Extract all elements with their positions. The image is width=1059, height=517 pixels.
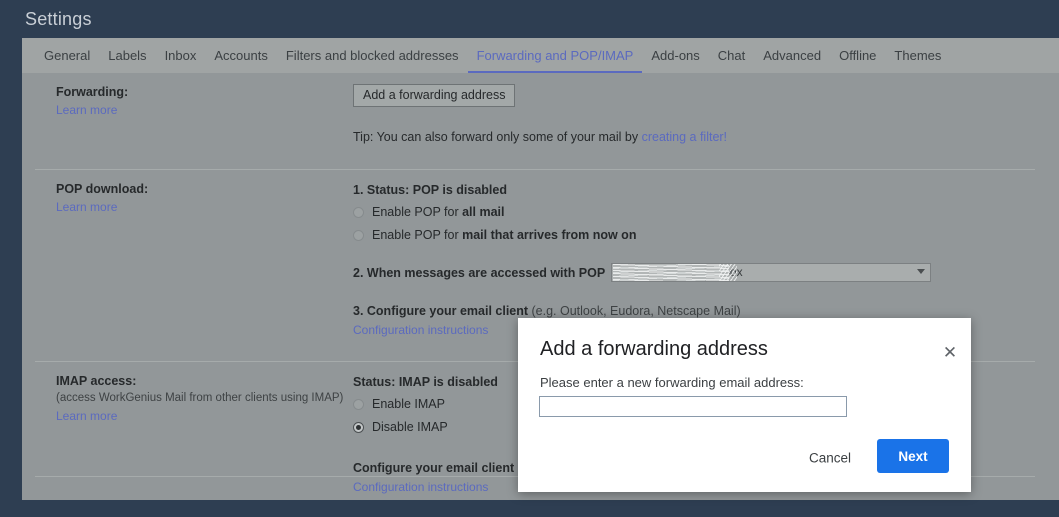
tab-advanced[interactable]: Advanced <box>754 38 830 73</box>
tab-chat[interactable]: Chat <box>709 38 754 73</box>
tab-labels[interactable]: Labels <box>99 38 155 73</box>
pop-option-all-mail-row[interactable]: Enable POP for all mail <box>353 203 1059 222</box>
pop-configuration-instructions-link[interactable]: Configuration instructions <box>353 321 488 340</box>
forwarding-body-column: Add a forwarding address Tip: You can al… <box>353 83 1059 147</box>
forwarding-heading: Forwarding: <box>56 85 129 99</box>
pop-body-column: 1. Status: POP is disabled Enable POP fo… <box>353 180 1059 340</box>
tab-add-ons[interactable]: Add-ons <box>642 38 708 73</box>
forwarding-label-column: Forwarding: Learn more <box>35 83 353 147</box>
tab-inbox[interactable]: Inbox <box>156 38 206 73</box>
imap-configuration-instructions-link[interactable]: Configuration instructions <box>353 478 488 497</box>
imap-learn-more-link[interactable]: Learn more <box>56 407 117 426</box>
dialog-prompt: Please enter a new forwarding email addr… <box>540 375 804 390</box>
imap-option-disable-radio[interactable] <box>353 422 364 433</box>
pop-label-column: POP download: Learn more <box>35 180 353 340</box>
add-forwarding-address-dialog: ✕ Add a forwarding address Please enter … <box>518 318 971 492</box>
creating-a-filter-link[interactable]: creating a filter! <box>642 128 727 147</box>
tab-offline[interactable]: Offline <box>830 38 885 73</box>
pop-option-all-mail-label: Enable POP for all mail <box>372 205 505 219</box>
pop-option-all-mail-radio[interactable] <box>353 207 364 218</box>
add-forwarding-address-button[interactable]: Add a forwarding address <box>353 84 516 107</box>
forwarding-learn-more-link[interactable]: Learn more <box>56 101 117 120</box>
forwarding-email-input[interactable] <box>539 396 847 417</box>
tab-filters-and-blocked-addresses[interactable]: Filters and blocked addresses <box>277 38 468 73</box>
imap-heading: IMAP access: <box>56 374 137 388</box>
pop-step2-row: 2. When messages are accessed with POP M… <box>353 263 1059 282</box>
pop-step2-label: 2. When messages are accessed with POP <box>353 265 606 280</box>
imap-note: (access WorkGenius Mail from other clien… <box>56 392 344 404</box>
pop-action-select-value: Mail's copy in the Inbox <box>618 265 743 279</box>
close-icon[interactable]: ✕ <box>941 344 959 362</box>
imap-option-enable-radio[interactable] <box>353 399 364 410</box>
forwarding-tip: Tip: You can also forward only some of y… <box>353 128 1059 147</box>
imap-option-enable-label: Enable IMAP <box>372 397 445 411</box>
pop-status: 1. Status: POP is disabled <box>353 183 507 197</box>
tab-general[interactable]: General <box>35 38 99 73</box>
pop-option-new-mail-row[interactable]: Enable POP for mail that arrives from no… <box>353 226 1059 245</box>
chevron-down-icon <box>917 269 926 274</box>
dialog-title: Add a forwarding address <box>540 338 768 360</box>
pop-option-new-mail-radio[interactable] <box>353 230 364 241</box>
pop-heading: POP download: <box>56 182 149 196</box>
app-window: Settings General Labels Inbox Accounts F… <box>0 0 1059 517</box>
pop-option-new-mail-label: Enable POP for mail that arrives from no… <box>372 228 637 242</box>
pop-learn-more-link[interactable]: Learn more <box>56 198 117 217</box>
tab-themes[interactable]: Themes <box>885 38 950 73</box>
settings-tab-bar: General Labels Inbox Accounts Filters an… <box>22 38 1059 73</box>
imap-option-disable-label: Disable IMAP <box>372 420 448 434</box>
imap-label-column: IMAP access: (access WorkGenius Mail fro… <box>35 372 353 497</box>
tab-accounts[interactable]: Accounts <box>205 38 276 73</box>
next-button[interactable]: Next <box>877 439 949 473</box>
page-title: Settings <box>25 8 92 29</box>
cancel-button[interactable]: Cancel <box>803 450 857 467</box>
section-pop-download: POP download: Learn more 1. Status: POP … <box>35 169 1059 340</box>
title-bar: Settings <box>0 0 1059 38</box>
forwarding-tip-text: Tip: You can also forward only some of y… <box>353 130 642 144</box>
tab-forwarding-and-pop-imap[interactable]: Forwarding and POP/IMAP <box>467 38 643 73</box>
section-forwarding: Forwarding: Learn more Add a forwarding … <box>35 73 1059 147</box>
pop-action-select[interactable]: Mail's copy in the Inbox <box>611 263 932 282</box>
